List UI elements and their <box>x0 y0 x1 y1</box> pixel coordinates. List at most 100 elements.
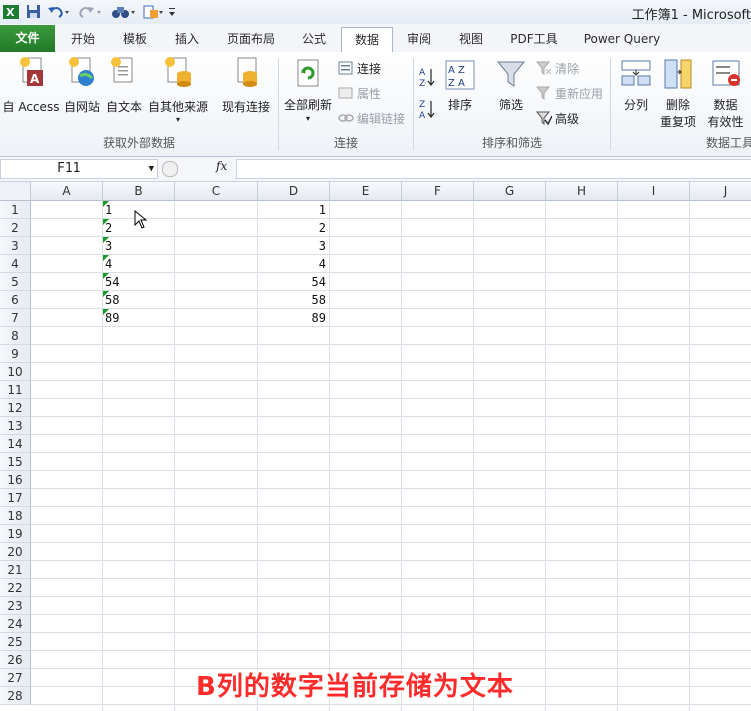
column-header-g[interactable]: G <box>474 182 546 201</box>
row-header[interactable]: 7 <box>0 309 31 327</box>
cell-b-text-number[interactable]: 54 <box>103 273 174 290</box>
column-gridline <box>545 201 546 711</box>
column-header-j[interactable]: J <box>690 182 751 201</box>
cell-d-number[interactable]: 89 <box>258 309 329 326</box>
cell-d-number[interactable]: 54 <box>258 273 329 290</box>
customize-toolbar-icon[interactable] <box>166 3 178 20</box>
row-header[interactable]: 1 <box>0 201 31 219</box>
tab-view[interactable]: 视图 <box>448 27 494 51</box>
name-box-dropdown-icon[interactable]: ▼ <box>149 160 154 178</box>
column-header-h[interactable]: H <box>546 182 618 201</box>
tab-formulas[interactable]: 公式 <box>290 27 338 51</box>
tab-home[interactable]: 开始 <box>60 27 106 51</box>
tab-data[interactable]: 数据 <box>341 27 393 54</box>
cell-b-text-number[interactable]: 4 <box>103 255 174 272</box>
remove-duplicates-button[interactable]: 删除 重复项 <box>656 58 700 130</box>
sort-dialog-icon: A Z Z A <box>445 60 475 90</box>
sort-button[interactable]: A ZZ A 排序 <box>444 60 476 113</box>
edit-links-button[interactable]: 编辑链接 <box>338 108 405 128</box>
cell-b-text-number[interactable]: 58 <box>103 291 174 308</box>
from-web-button[interactable]: 自网站 <box>62 56 102 115</box>
insert-function-icon[interactable]: fx <box>216 159 227 173</box>
redo-icon[interactable] <box>78 3 104 20</box>
column-header-e[interactable]: E <box>330 182 402 201</box>
cell-d-number[interactable]: 58 <box>258 291 329 308</box>
row-header[interactable]: 27 <box>0 669 31 687</box>
undo-icon[interactable] <box>46 3 72 20</box>
tab-page-layout[interactable]: 页面布局 <box>218 27 284 51</box>
format-painter-icon[interactable] <box>142 3 164 20</box>
row-header[interactable]: 15 <box>0 453 31 471</box>
data-validation-button[interactable]: 数据 有效性 <box>700 58 751 130</box>
row-header[interactable]: 22 <box>0 579 31 597</box>
row-header[interactable]: 8 <box>0 327 31 345</box>
row-header[interactable]: 16 <box>0 471 31 489</box>
row-header[interactable]: 2 <box>0 219 31 237</box>
tab-pdf-tools[interactable]: PDF工具 <box>500 27 568 51</box>
column-header-a[interactable]: A <box>31 182 103 201</box>
name-box[interactable]: F11 ▼ <box>0 159 158 179</box>
save-icon[interactable] <box>24 3 42 20</box>
cell-d-number[interactable]: 1 <box>258 201 329 218</box>
existing-connections-button[interactable]: 现有连接 <box>218 56 274 115</box>
row-header[interactable]: 19 <box>0 525 31 543</box>
row-header[interactable]: 11 <box>0 381 31 399</box>
text-to-columns-button[interactable]: 分列 <box>616 58 656 113</box>
from-text-button[interactable]: 自文本 <box>104 56 144 115</box>
cell-d-number[interactable]: 4 <box>258 255 329 272</box>
row-header[interactable]: 4 <box>0 255 31 273</box>
group-separator <box>610 58 611 150</box>
cell-b-text-number[interactable]: 3 <box>103 237 174 254</box>
column-header-i[interactable]: I <box>618 182 690 201</box>
row-header[interactable]: 26 <box>0 651 31 669</box>
web-icon <box>69 57 94 86</box>
reapply-button[interactable]: 重新应用 <box>535 83 603 103</box>
binoculars-icon[interactable] <box>110 3 138 20</box>
row-header[interactable]: 6 <box>0 291 31 309</box>
row-header[interactable]: 25 <box>0 633 31 651</box>
cell-d-number[interactable]: 3 <box>258 237 329 254</box>
properties-button[interactable]: 属性 <box>338 83 381 103</box>
formula-bar-expand-icon[interactable] <box>162 161 178 177</box>
cell-d-number[interactable]: 2 <box>258 219 329 236</box>
tab-review[interactable]: 审阅 <box>396 27 442 51</box>
column-header-d[interactable]: D <box>258 182 330 201</box>
column-header-f[interactable]: F <box>402 182 474 201</box>
row-header[interactable]: 18 <box>0 507 31 525</box>
tab-insert[interactable]: 插入 <box>164 27 210 51</box>
select-all-corner[interactable] <box>0 182 31 201</box>
filter-button[interactable]: 筛选 <box>494 58 528 113</box>
row-header[interactable]: 21 <box>0 561 31 579</box>
row-header[interactable]: 12 <box>0 399 31 417</box>
sort-ascending-button[interactable]: AZ <box>418 66 438 91</box>
column-header-c[interactable]: C <box>175 182 258 201</box>
formula-input[interactable] <box>236 159 751 179</box>
row-header[interactable]: 23 <box>0 597 31 615</box>
row-header[interactable]: 10 <box>0 363 31 381</box>
from-access-button[interactable]: A 自 Access <box>2 56 60 115</box>
tab-templates[interactable]: 模板 <box>112 27 158 51</box>
from-other-sources-button[interactable]: 自其他来源 ▾ <box>147 56 209 125</box>
row-gridline <box>31 614 751 615</box>
connections-button[interactable]: 连接 <box>338 58 381 78</box>
advanced-filter-button[interactable]: 高级 <box>535 108 579 128</box>
row-header[interactable]: 28 <box>0 687 31 705</box>
row-header[interactable]: 9 <box>0 345 31 363</box>
column-header-b[interactable]: B <box>103 182 175 201</box>
remove-duplicates-icon <box>664 59 692 89</box>
row-header[interactable]: 3 <box>0 237 31 255</box>
cell-b-text-number[interactable]: 89 <box>103 309 174 326</box>
refresh-all-button[interactable]: 全部刷新 ▾ <box>282 58 334 125</box>
row-header[interactable]: 14 <box>0 435 31 453</box>
row-header[interactable]: 17 <box>0 489 31 507</box>
tab-power-query[interactable]: Power Query <box>574 27 670 51</box>
row-header[interactable]: 24 <box>0 615 31 633</box>
clear-filter-button[interactable]: 清除 <box>535 58 579 78</box>
row-header[interactable]: 5 <box>0 273 31 291</box>
tab-file[interactable]: 文件 <box>0 25 55 52</box>
row-header[interactable]: 13 <box>0 417 31 435</box>
row-header[interactable]: 20 <box>0 543 31 561</box>
row-gridline <box>31 596 751 597</box>
row-gridline <box>31 578 751 579</box>
sort-descending-button[interactable]: ZA <box>418 98 438 123</box>
